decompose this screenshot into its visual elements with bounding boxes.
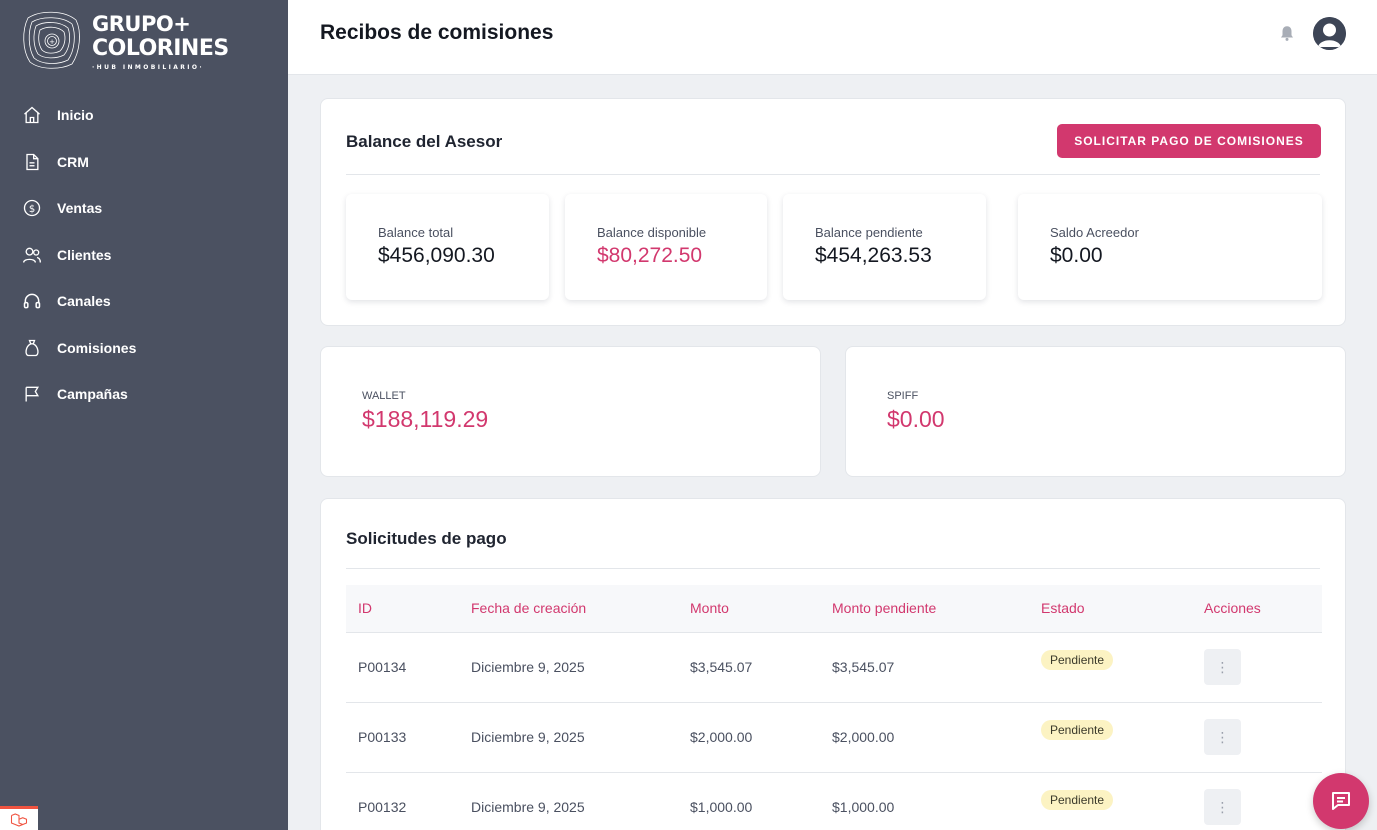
status-badge: Pendiente — [1041, 720, 1114, 740]
avatar[interactable] — [1313, 17, 1346, 50]
sidebar-item-label: Comisiones — [57, 339, 137, 356]
user-avatar-icon — [1313, 17, 1346, 50]
kebab-menu-icon: ⋮ — [1215, 728, 1230, 745]
status-badge: Pendiente — [1041, 790, 1114, 810]
sidebar-item-label: Campañas — [57, 386, 128, 403]
wallet-label: WALLET — [362, 390, 406, 402]
brand-line2: COLORINES — [92, 36, 229, 61]
divider — [346, 174, 1320, 175]
brand-tagline: ·HUB INMOBILIARIO· — [92, 64, 205, 71]
row-actions-button[interactable]: ⋮ — [1204, 719, 1241, 755]
logo-mark-icon: + — [23, 11, 80, 69]
sidebar-item-campanas[interactable]: Campañas — [0, 371, 288, 418]
sidebar-item-canales[interactable]: Canales — [0, 278, 288, 325]
wallet-card: WALLET $188,119.29 — [320, 346, 821, 477]
sidebar-item-comisiones[interactable]: Comisiones — [0, 325, 288, 372]
headset-icon — [21, 290, 43, 312]
chat-icon — [1332, 792, 1350, 810]
brand-line1: GRUPO+ — [92, 12, 191, 36]
stat-value: $456,090.30 — [378, 244, 495, 267]
laravel-icon — [10, 812, 28, 827]
stat-balance-available: Balance disponible $80,272.50 — [565, 194, 767, 300]
cell-pending: $3,545.07 — [832, 659, 895, 675]
stat-label: Balance total — [378, 225, 454, 240]
stat-label: Saldo Acreedor — [1050, 225, 1139, 240]
balance-card: Balance del Asesor SOLICITAR PAGO DE COM… — [320, 98, 1346, 326]
column-header-date[interactable]: Fecha de creación — [471, 600, 586, 616]
spiff-value: $0.00 — [887, 406, 945, 432]
row-actions-button[interactable]: ⋮ — [1204, 649, 1241, 685]
laravel-badge[interactable] — [0, 806, 38, 830]
bag-icon — [21, 337, 43, 359]
sidebar-item-label: CRM — [57, 153, 89, 170]
table-header: ID Fecha de creación Monto Monto pendien… — [346, 585, 1322, 633]
table-row[interactable]: P00133 Diciembre 9, 2025 $2,000.00 $2,00… — [346, 703, 1322, 773]
kebab-menu-icon: ⋮ — [1215, 658, 1230, 675]
svg-text:+: + — [49, 38, 55, 46]
sidebar: + GRUPO+ COLORINES ·HUB INMOBILIARIO· In… — [0, 0, 288, 830]
stat-balance-total: Balance total $456,090.30 — [346, 194, 549, 300]
cell-pending: $2,000.00 — [832, 729, 895, 745]
sidebar-item-label: Canales — [57, 293, 111, 310]
balance-title: Balance del Asesor — [346, 132, 503, 151]
svg-text:$: $ — [29, 204, 35, 215]
page-title: Recibos de comisiones — [320, 21, 554, 44]
sidebar-item-label: Ventas — [57, 200, 103, 217]
column-header-status[interactable]: Estado — [1041, 600, 1085, 616]
cell-date: Diciembre 9, 2025 — [471, 799, 585, 815]
users-icon — [21, 244, 43, 266]
cell-id: P00132 — [358, 799, 407, 815]
stat-value: $0.00 — [1050, 244, 1103, 267]
divider — [346, 568, 1320, 569]
spiff-card: SPIFF $0.00 — [845, 346, 1346, 477]
top-bar: Recibos de comisiones — [288, 0, 1377, 75]
cell-date: Diciembre 9, 2025 — [471, 729, 585, 745]
payment-requests-card: Solicitudes de pago ID Fecha de creación… — [320, 498, 1346, 830]
stat-value: $454,263.53 — [815, 244, 932, 267]
sidebar-item-label: Clientes — [57, 246, 112, 263]
table-row[interactable]: P00132 Diciembre 9, 2025 $1,000.00 $1,00… — [346, 773, 1322, 830]
requests-title: Solicitudes de pago — [346, 529, 507, 548]
request-payment-button[interactable]: SOLICITAR PAGO DE COMISIONES — [1057, 124, 1321, 158]
dollar-circle-icon: $ — [21, 197, 43, 219]
cell-amount: $2,000.00 — [690, 729, 753, 745]
stat-value: $80,272.50 — [597, 244, 703, 267]
status-badge: Pendiente — [1041, 650, 1114, 670]
stat-credit-balance: Saldo Acreedor $0.00 — [1018, 194, 1322, 300]
cell-amount: $1,000.00 — [690, 799, 753, 815]
stat-balance-pending: Balance pendiente $454,263.53 — [783, 194, 986, 300]
wallet-value: $188,119.29 — [362, 406, 489, 432]
spiff-label: SPIFF — [887, 390, 919, 402]
stat-label: Balance pendiente — [815, 225, 923, 240]
stat-label: Balance disponible — [597, 225, 707, 240]
chat-button[interactable] — [1313, 773, 1369, 829]
document-icon — [21, 151, 43, 173]
column-header-amount[interactable]: Monto — [690, 600, 729, 616]
requests-table: ID Fecha de creación Monto Monto pendien… — [346, 585, 1322, 830]
brand-logo[interactable]: + GRUPO+ COLORINES ·HUB INMOBILIARIO· — [20, 8, 230, 74]
sidebar-item-ventas[interactable]: $ Ventas — [0, 185, 288, 232]
row-actions-button[interactable]: ⋮ — [1204, 789, 1241, 825]
sidebar-item-label: Inicio — [57, 107, 94, 124]
column-header-actions: Acciones — [1204, 600, 1261, 616]
bell-icon[interactable] — [1278, 24, 1296, 42]
cell-amount: $3,545.07 — [690, 659, 753, 675]
column-header-pending[interactable]: Monto pendiente — [832, 600, 936, 616]
home-icon — [21, 104, 43, 126]
cell-id: P00133 — [358, 729, 407, 745]
cell-id: P00134 — [358, 659, 407, 675]
kebab-menu-icon: ⋮ — [1215, 798, 1230, 815]
cell-date: Diciembre 9, 2025 — [471, 659, 585, 675]
sidebar-item-clientes[interactable]: Clientes — [0, 232, 288, 279]
cell-pending: $1,000.00 — [832, 799, 895, 815]
sidebar-nav: Inicio CRM $ Ventas Clientes Canales Com… — [0, 92, 288, 418]
flag-icon — [21, 383, 43, 405]
sidebar-item-crm[interactable]: CRM — [0, 139, 288, 186]
sidebar-item-inicio[interactable]: Inicio — [0, 92, 288, 139]
table-row[interactable]: P00134 Diciembre 9, 2025 $3,545.07 $3,54… — [346, 633, 1322, 703]
column-header-id[interactable]: ID — [358, 600, 372, 616]
